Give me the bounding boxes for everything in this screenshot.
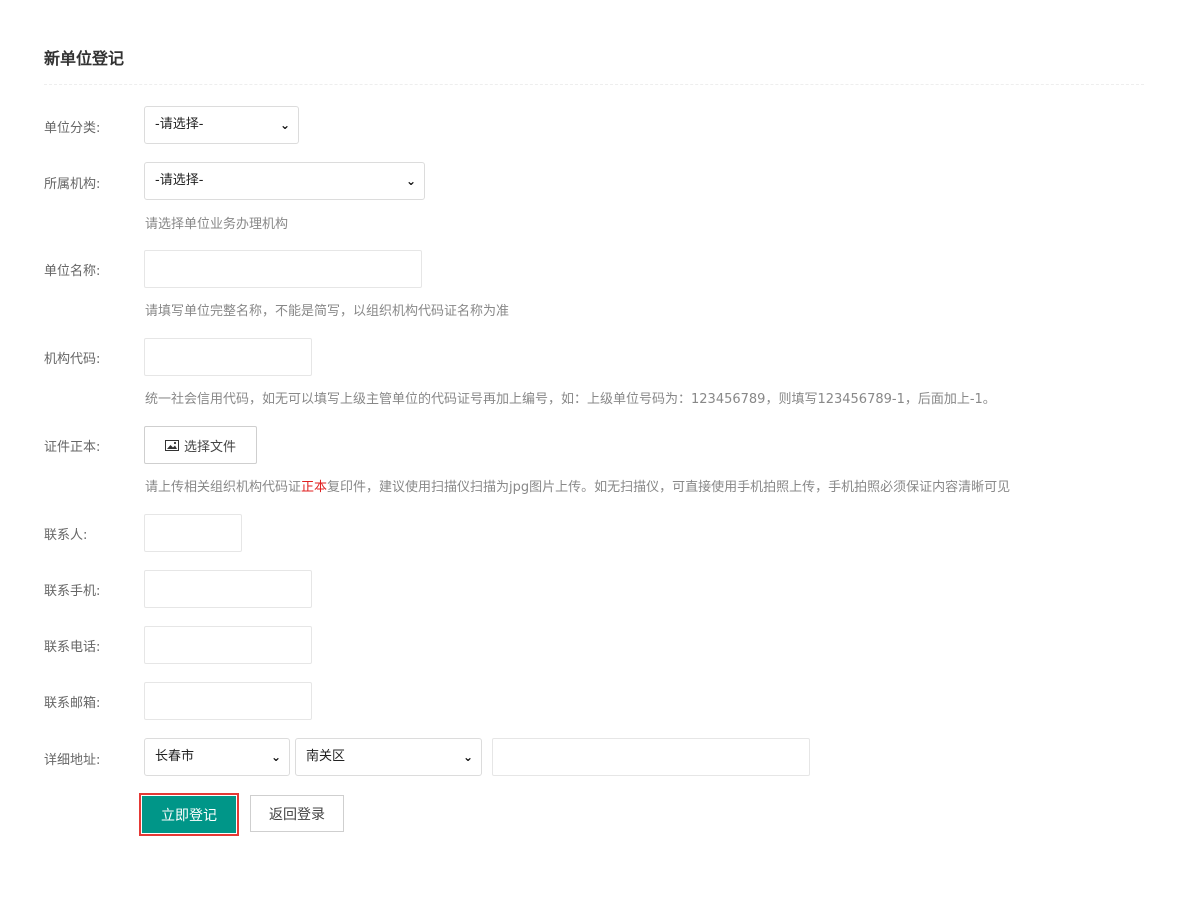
org-code-input[interactable] (144, 338, 312, 376)
chevron-down-icon: ⌄ (405, 174, 416, 188)
code-label: 机构代码: (44, 352, 101, 367)
page-title: 新单位登记 (44, 49, 125, 68)
city-select[interactable]: 长春市 ⌄ (144, 738, 290, 776)
choose-file-label: 选择文件 (183, 439, 236, 455)
back-to-login-button[interactable]: 返回登录 (250, 795, 344, 832)
mobile-label: 联系手机: (44, 584, 101, 599)
image-icon (164, 439, 179, 451)
org-label: 所属机构: (44, 177, 101, 192)
org-select-value: -请选择- (155, 173, 204, 188)
certificate-help-before: 请上传相关组织机构代码证 (145, 480, 302, 495)
submit-register-button[interactable]: 立即登记 (142, 796, 236, 833)
name-label: 单位名称: (44, 264, 101, 279)
category-label: 单位分类: (44, 121, 101, 136)
org-help: 请选择单位业务办理机构 (145, 217, 289, 232)
district-select-value: 南关区 (306, 749, 346, 764)
category-select[interactable]: -请选择- ⌄ (144, 106, 299, 144)
choose-file-button[interactable]: 选择文件 (144, 426, 257, 464)
email-label: 联系邮箱: (44, 696, 101, 711)
chevron-down-icon: ⌄ (279, 118, 290, 132)
certificate-label: 证件正本: (44, 440, 101, 455)
chevron-down-icon: ⌄ (462, 750, 473, 764)
contact-label: 联系人: (44, 528, 88, 543)
contact-input[interactable] (144, 514, 242, 552)
certificate-help: 请上传相关组织机构代码证正本复印件，建议使用扫描仪扫描为jpg图片上传。如无扫描… (145, 476, 1010, 495)
category-select-value: -请选择- (155, 117, 204, 132)
title-divider (44, 84, 1144, 85)
city-select-value: 长春市 (155, 749, 195, 764)
address-label: 详细地址: (44, 753, 101, 768)
phone-label: 联系电话: (44, 640, 101, 655)
code-help: 统一社会信用代码，如无可以填写上级主管单位的代码证号再加上编号，如：上级单位号码… (145, 392, 996, 407)
email-input[interactable] (144, 682, 312, 720)
district-select[interactable]: 南关区 ⌄ (295, 738, 482, 776)
unit-name-input[interactable] (144, 250, 422, 288)
name-help: 请填写单位完整名称，不能是简写，以组织机构代码证名称为准 (145, 304, 510, 319)
mobile-input[interactable] (144, 570, 312, 608)
address-detail-input[interactable] (492, 738, 810, 776)
phone-input[interactable] (144, 626, 312, 664)
certificate-help-after: 复印件，建议使用扫描仪扫描为jpg图片上传。如无扫描仪，可直接使用手机拍照上传，… (327, 480, 1011, 495)
org-select[interactable]: -请选择- ⌄ (144, 162, 425, 200)
certificate-help-emphasis: 正本 (301, 480, 328, 495)
chevron-down-icon: ⌄ (270, 750, 281, 764)
